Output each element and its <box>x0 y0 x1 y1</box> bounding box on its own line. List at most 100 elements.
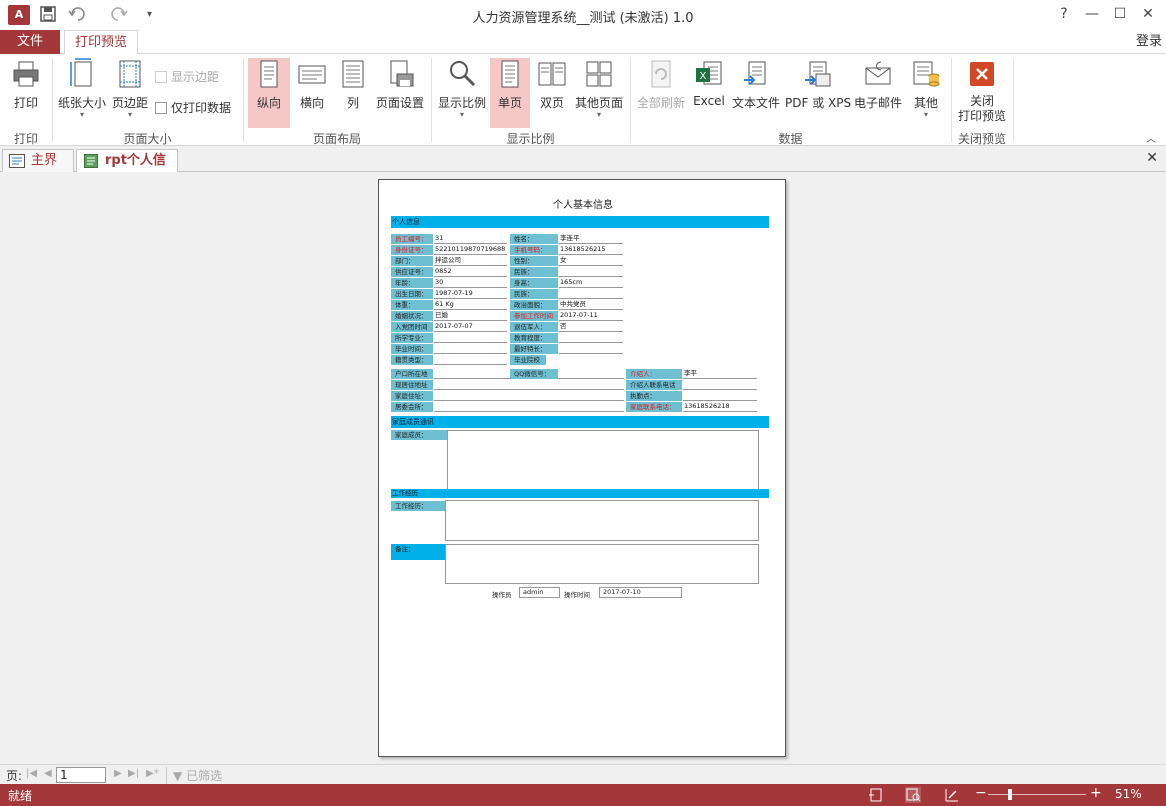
field-value: 已婚 <box>434 311 507 321</box>
filter-icon: ▼ <box>173 769 183 783</box>
zoom-button[interactable]: 显示比例 ▾ <box>436 58 488 119</box>
page-number-input[interactable]: 1 <box>56 767 106 783</box>
margins-icon <box>119 60 141 88</box>
zoom-percent[interactable]: 51% <box>1115 787 1142 801</box>
excel-export-button[interactable]: X Excel <box>692 58 726 108</box>
zoom-in-button[interactable]: + <box>1090 785 1102 801</box>
page-label: 页: <box>6 769 23 783</box>
close-window-button[interactable]: ✕ <box>1137 6 1159 22</box>
print-data-only-checkbox[interactable]: 仅打印数据 <box>155 99 231 116</box>
text-file-export-button[interactable]: 文本文件 <box>730 58 782 111</box>
show-margins-checkbox[interactable]: 显示边距 <box>155 68 219 85</box>
next-page-icon[interactable]: ▶ <box>114 768 122 779</box>
report-title: 个人基本信息 <box>553 200 613 211</box>
field-label: 入党团时间 <box>391 322 433 332</box>
more-export-button[interactable]: 其他 ▾ <box>908 58 944 119</box>
section-personal-band: 个人信息 <box>391 216 769 228</box>
report-icon <box>84 154 98 168</box>
close-red-icon <box>970 62 994 86</box>
login-link[interactable]: 登录 <box>1136 30 1166 54</box>
paper-size-button[interactable]: 纸张大小 ▾ <box>56 58 108 119</box>
preview-area: 个人基本信息 个人信息 员工编号： 31 身份证号： 5221011987071… <box>0 172 1166 764</box>
report-view-icon[interactable] <box>868 787 884 803</box>
page-setup-button[interactable]: 页面设置 <box>374 58 426 111</box>
zoom-slider-thumb[interactable] <box>1008 789 1012 800</box>
refresh-icon <box>651 60 671 88</box>
work-box <box>445 500 759 541</box>
one-page-button[interactable]: 单页 <box>490 58 530 128</box>
zoom-out-button[interactable]: − <box>975 785 987 801</box>
ribbon-tabs: 文件 打印预览 登录 <box>0 30 1166 55</box>
filter-status[interactable]: ▼ 已筛选 <box>166 767 222 784</box>
page-setup-icon <box>390 60 414 87</box>
field-label: 政治面貌： <box>510 300 558 310</box>
field-value: 女 <box>559 256 623 266</box>
first-page-icon[interactable]: |◀ <box>26 768 37 779</box>
field-value: 2017-07-07 <box>434 322 507 332</box>
minimize-button[interactable]: — <box>1081 6 1103 22</box>
field-value <box>559 344 623 354</box>
field-value <box>434 333 507 343</box>
more-pages-button[interactable]: 其他页面 ▾ <box>573 58 625 119</box>
maximize-button[interactable]: ☐ <box>1109 6 1131 22</box>
collapse-ribbon-icon[interactable]: ︿ <box>1146 130 1156 145</box>
field-label: 介绍人联系电话 <box>626 380 682 390</box>
portrait-icon <box>260 60 278 88</box>
two-pages-button[interactable]: 双页 <box>534 58 570 111</box>
previous-page-icon[interactable]: ◀ <box>44 768 52 779</box>
new-record-icon[interactable]: ▶* <box>146 768 159 779</box>
group-print-label: 打印 <box>13 132 38 146</box>
field-value <box>559 333 623 343</box>
tab-report[interactable]: rpt个人信息 <box>76 149 178 189</box>
zoom-slider[interactable] <box>988 794 1086 795</box>
window-title: 人力资源管理系统__测试 (未激活) 1.0 <box>472 11 694 26</box>
field-label: 参加工作时间 <box>510 311 558 321</box>
print-preview-view-icon[interactable] <box>905 787 921 803</box>
field-label: 部门： <box>391 256 433 266</box>
tab-file[interactable]: 文件 <box>0 30 60 54</box>
field-label: 身高： <box>510 278 558 288</box>
last-page-icon[interactable]: ▶| <box>128 768 139 779</box>
field-value: 0852 <box>434 267 507 277</box>
work-label: 工作经历： <box>391 501 445 511</box>
status-ready: 就绪 <box>8 789 33 803</box>
paper-size-icon <box>70 58 92 87</box>
tab-main-form[interactable]: 主界面 <box>2 149 74 189</box>
columns-button[interactable]: 列 <box>336 58 370 111</box>
more-pages-icon <box>586 61 612 87</box>
field-label: 家庭住址： <box>391 391 433 401</box>
operator-label: 操作员 <box>492 591 512 599</box>
group-zoom-label: 显示比例 <box>506 132 555 146</box>
landscape-button[interactable]: 横向 <box>294 58 330 111</box>
field-label: 民族： <box>510 267 558 277</box>
print-button[interactable]: 打印 <box>6 58 46 111</box>
section-work-band: 工作经历 <box>391 489 769 498</box>
printer-icon <box>13 61 39 87</box>
margins-button[interactable]: 页边距 ▾ <box>110 58 150 119</box>
field-label: 民族： <box>510 289 558 299</box>
field-value: 拌运公司 <box>434 256 507 266</box>
section-family-band: 家庭成员通讯 <box>391 416 769 428</box>
portrait-button[interactable]: 纵向 <box>248 58 290 128</box>
field-label: 婚姻状况： <box>391 311 433 321</box>
help-button[interactable]: ? <box>1053 6 1075 22</box>
field-value <box>434 402 624 412</box>
tab-print-preview[interactable]: 打印预览 <box>64 30 138 55</box>
pdf-xps-export-button[interactable]: PDF 或 XPS <box>785 58 851 111</box>
close-document-icon[interactable]: ✕ <box>1146 150 1158 166</box>
refresh-all-button[interactable]: 全部刷新 <box>636 58 686 111</box>
pdf-icon <box>805 61 831 87</box>
excel-icon: X <box>696 61 722 85</box>
email-export-button[interactable]: 电子邮件 <box>852 58 904 111</box>
field-value: 中共党员 <box>559 300 623 310</box>
layout-view-icon[interactable] <box>944 787 960 803</box>
page-navigation-bar: 页: |◀ ◀ 1 ▶ ▶| ▶* ▼ 已筛选 <box>0 764 1166 784</box>
operator-value: admin <box>519 587 560 598</box>
close-print-preview-button[interactable]: 关闭 打印预览 <box>956 58 1008 124</box>
field-label: 籍贯类型： <box>391 355 433 365</box>
field-label: 毕业时间： <box>391 344 433 354</box>
field-label: 供应证号： <box>391 267 433 277</box>
field-value: 165cm <box>559 278 623 288</box>
field-value: 52210119870719688 <box>434 245 507 255</box>
field-label: 出生日期： <box>391 289 433 299</box>
